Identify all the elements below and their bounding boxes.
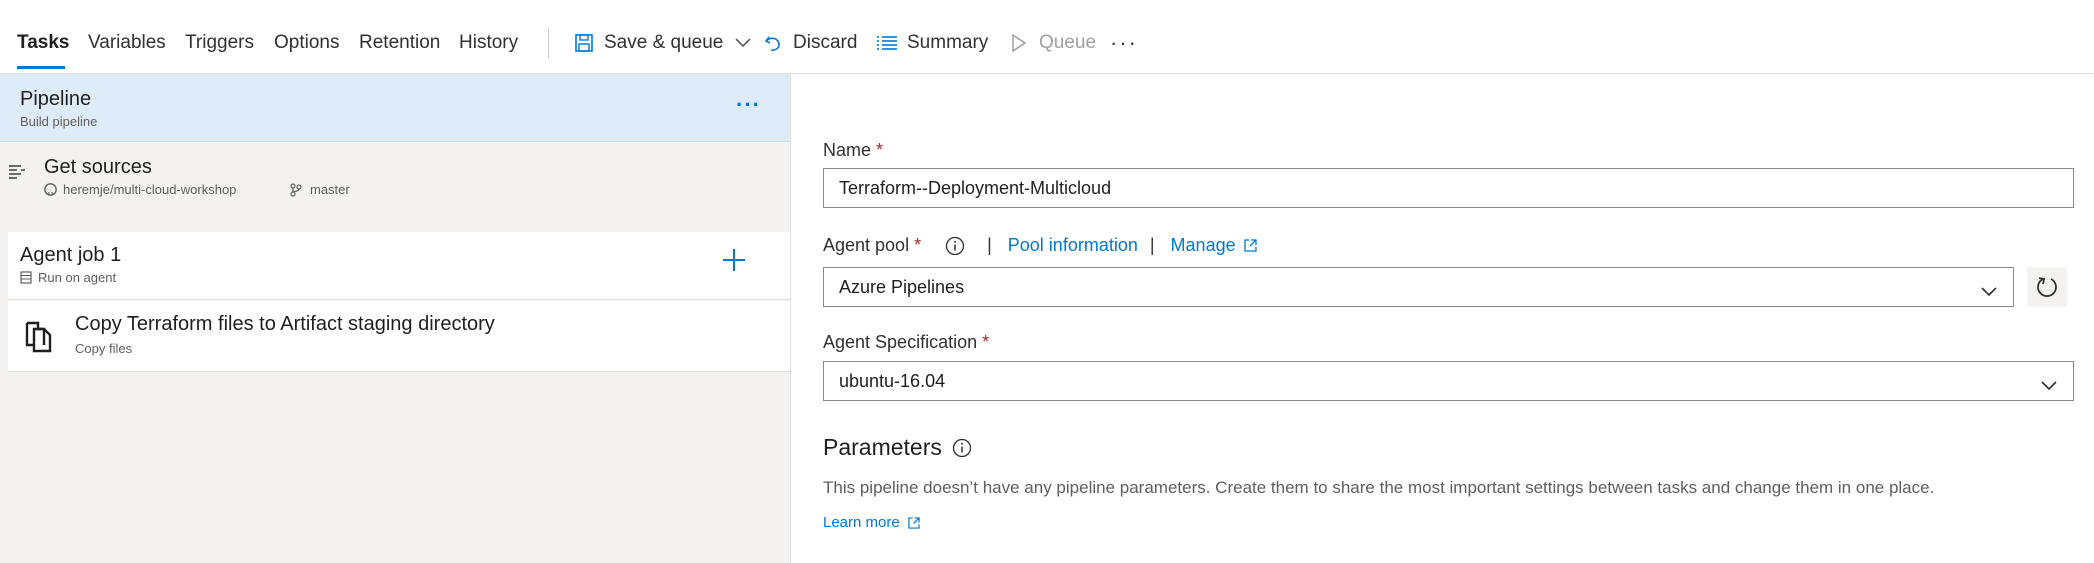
learn-more-text: Learn more [823,514,900,531]
separator: | [1149,235,1155,255]
refresh-button[interactable] [2027,267,2067,307]
tab-triggers[interactable]: Triggers [185,32,254,54]
task-subtitle: Copy files [75,341,133,356]
learn-more-link[interactable]: Learn more [823,514,920,531]
pipeline-node[interactable]: Pipeline Build pipeline ··· [0,74,790,142]
info-icon[interactable] [952,438,972,458]
chevron-down-icon [2041,375,2057,396]
branch-icon [290,182,302,197]
manage-link[interactable]: Manage [1171,235,1236,256]
agent-spec-dropdown[interactable]: ubuntu-16.04 [823,361,2074,401]
tab-retention[interactable]: Retention [359,32,440,54]
chevron-down-icon [1981,281,1997,302]
name-label-text: Name [823,140,872,160]
server-icon [20,271,32,284]
queue-label: Queue [1039,32,1097,53]
pipeline-properties-panel: Name * Agent pool * | Pool information |… [792,74,2094,563]
required-mark: * [982,332,990,352]
external-link-icon [908,516,920,529]
parameters-title: Parameters [823,434,942,460]
list-icon [876,32,898,54]
top-toolbar: Tasks Variables Triggers Options Retenti… [0,0,2094,74]
required-mark: * [876,140,884,160]
repo-name: heremje/multi-cloud-workshop [63,182,237,197]
pipeline-tree-panel: Pipeline Build pipeline ··· Get sources … [0,74,791,563]
agent-job-subtitle-text: Run on agent [38,270,117,285]
task-title: Copy Terraform files to Artifact staging… [75,313,495,335]
name-field[interactable] [823,168,2074,208]
ellipsis-icon[interactable]: ··· [736,92,761,118]
undo-icon [762,32,784,54]
branch-name: master [310,182,350,197]
repo-info: heremje/multi-cloud-workshop [44,182,236,197]
save-queue-label: Save & queue [604,32,724,53]
active-tab-indicator [17,66,65,69]
parameters-description: This pipeline doesn’t have any pipeline … [823,478,1935,497]
info-icon[interactable] [945,236,965,256]
chevron-down-icon[interactable] [735,38,751,48]
tab-variables[interactable]: Variables [88,32,166,54]
parameters-heading: Parameters [823,434,972,461]
agent-spec-selected: ubuntu-16.04 [839,370,946,391]
tab-history[interactable]: History [459,32,518,54]
agent-pool-dropdown[interactable]: Azure Pipelines [823,267,2014,307]
task-node[interactable]: Copy Terraform files to Artifact staging… [8,301,790,372]
tab-tasks[interactable]: Tasks [17,32,69,54]
github-icon [44,183,57,196]
agent-job-title: Agent job 1 [20,244,122,266]
add-task-icon[interactable] [720,246,748,274]
play-icon [1008,32,1030,54]
branch-info: master [290,182,350,197]
toolbar-divider [548,28,549,58]
separator: | [987,235,992,255]
discard-label: Discard [793,32,858,53]
save-icon [573,32,595,54]
agent-pool-label: Agent pool [823,235,910,255]
tab-options[interactable]: Options [274,32,339,54]
agent-pool-selected: Azure Pipelines [839,276,965,297]
get-sources-title: Get sources [44,156,152,178]
name-label: Name * [823,140,883,161]
save-queue-button[interactable]: Save & queue [573,32,751,54]
agent-job-subtitle: Run on agent [20,270,116,285]
agent-job-node[interactable]: Agent job 1 Run on agent [8,232,790,300]
agent-spec-label: Agent Specification [823,332,978,352]
discard-button[interactable]: Discard [762,32,857,54]
queue-button[interactable]: Queue [1008,32,1096,54]
summary-label: Summary [907,32,989,53]
name-input[interactable] [839,177,2058,199]
external-link-icon[interactable] [1243,239,1257,252]
summary-button[interactable]: Summary [876,32,988,54]
refresh-icon [2035,275,2059,299]
required-mark: * [914,235,922,255]
more-options-icon[interactable]: ··· [1110,30,1138,56]
pipeline-subtitle: Build pipeline [20,114,98,129]
copy-files-icon [24,319,54,358]
agent-spec-label-row: Agent Specification * [823,332,989,353]
pool-information-link[interactable]: Pool information [1008,235,1138,256]
pipeline-title: Pipeline [20,88,92,110]
source-list-icon [8,164,26,185]
agent-pool-row: Agent pool * | Pool information | Manage [823,235,1257,256]
